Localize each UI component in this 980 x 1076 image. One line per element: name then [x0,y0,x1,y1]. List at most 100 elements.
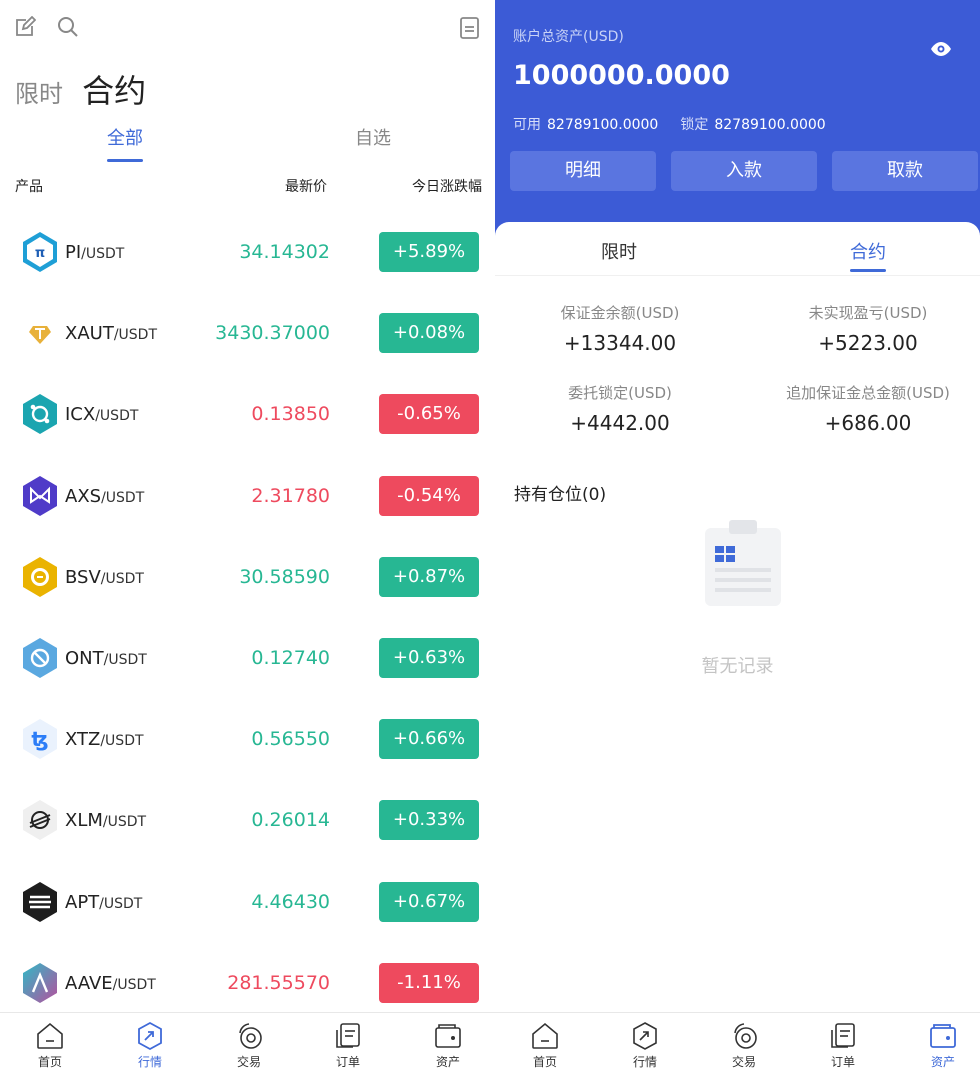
xaut-coin-icon [21,312,59,354]
pair-name: AXS/USDT [65,486,144,507]
empty-clipboard-icon [703,518,783,608]
withdraw-button[interactable]: 取款 [832,151,978,191]
axs-coin-icon [21,475,59,517]
svg-text:π: π [35,246,45,261]
balance-summary: 可用 82789100.0000 锁定 82789100.0000 [513,114,826,134]
change-badge[interactable]: +5.89% [379,232,479,272]
tabbar-assets-label: 资产 [930,1055,955,1069]
tab-all[interactable]: 全部 [107,124,143,162]
pair-name: XAUT/USDT [65,323,157,344]
pair-base: ONT [65,647,104,669]
wallet-icon [435,1024,461,1048]
positions-card: 限时 合约 保证金余额(USD) +13344.00 未实现盈亏(USD) +5… [495,222,980,1012]
active-tab-underline [107,159,143,162]
assets-panel: 账户总资产(USD) 1000000.0000 可用 82789100.0000 锁… [495,0,980,1076]
pair-name: PI/USDT [65,242,124,263]
pair-base: ICX [65,404,96,426]
tabbar-trade[interactable]: 交易 [219,1021,279,1070]
deposit-button[interactable]: 入款 [671,151,817,191]
tab-limit[interactable]: 限时 [601,238,637,264]
market-row[interactable]: XAUT/USDT 3430.37000 +0.08% [0,293,495,374]
market-row[interactable]: ꜩ XTZ/USDT 0.56550 +0.66% [0,699,495,780]
edit-icon[interactable] [14,15,38,40]
category-tabs: 全部 自选 [0,124,495,164]
market-row[interactable]: ONT/USDT 0.12740 +0.63% [0,618,495,699]
market-list: π PI/USDT 34.14302 +5.89% XAUT/USDT 3430.3700… [0,212,495,1024]
account-actions: 明细 入款 取款 [510,151,980,191]
change-badge[interactable]: -1.11% [379,962,479,1003]
pi-coin-icon: π [21,231,59,273]
tabbar-home[interactable]: 首页 [515,1021,575,1070]
pair-base: AAVE [65,972,113,994]
market-row[interactable]: AXS/USDT 2.31780 -0.54% [0,456,495,537]
top-toolbar [14,15,483,44]
market-row[interactable]: π PI/USDT 34.14302 +5.89% [0,212,495,293]
tabbar-assets[interactable]: 资产 [913,1021,973,1070]
pair-quote: /USDT [95,408,139,425]
tabbar-market-label: 行情 [632,1055,657,1069]
available-value: 82789100.0000 [547,117,659,133]
pair-base: APT [65,891,100,913]
orders-icon [336,1023,360,1048]
tabbar-market[interactable]: 行情 [120,1021,180,1070]
pair-quote: /USDT [103,651,147,668]
pair-base: PI [65,242,82,263]
change-badge[interactable]: +0.87% [379,556,479,597]
tabbar-orders[interactable]: 订单 [318,1021,378,1070]
margin-balance-stat: 保证金余额(USD) +13344.00 [500,302,740,355]
eye-icon[interactable] [930,40,952,58]
tab-limit-label: 限时 [601,242,637,263]
account-header: 账户总资产(USD) 1000000.0000 可用 82789100.0000 锁… [495,0,980,240]
market-row[interactable]: XLM/USDT 0.26014 +0.33% [0,780,495,861]
change-badge[interactable]: +0.63% [379,637,479,678]
detail-button[interactable]: 明细 [510,151,656,191]
holding-title: 持有仓位(0) [514,485,607,505]
unrealized-pnl-label: 未实现盈亏(USD) [808,304,928,322]
added-margin-stat: 追加保证金总金额(USD) +686.00 [748,382,980,435]
tabbar-orders[interactable]: 订单 [813,1021,873,1070]
change-badge[interactable]: +0.67% [379,881,479,922]
search-icon[interactable] [57,16,81,40]
tabbar-home[interactable]: 首页 [20,1021,80,1070]
pair-base: XAUT [65,323,114,345]
tab-contract[interactable]: 合约 [82,66,146,112]
tabbar-market[interactable]: 行情 [615,1021,675,1070]
tab-favorites[interactable]: 自选 [355,124,391,150]
column-latest-price: 最新价 [285,179,327,195]
tab-contract[interactable]: 合约 [850,238,886,272]
tabbar-trade-label: 交易 [236,1055,261,1069]
change-badge[interactable]: -0.65% [379,394,479,435]
column-change: 今日涨跌幅 [412,179,482,195]
account-total-label: 账户总资产(USD) [513,29,624,45]
tabbar-trade[interactable]: 交易 [714,1021,774,1070]
market-row[interactable]: APT/USDT 4.46430 +0.67% [0,862,495,943]
ont-coin-icon [21,637,59,679]
latest-price: 281.55570 [227,971,330,994]
market-icon [633,1022,657,1050]
unrealized-pnl-stat: 未实现盈亏(USD) +5223.00 [748,302,980,355]
added-margin-label: 追加保证金总金额(USD) [786,384,950,402]
change-badge[interactable]: +0.33% [379,800,479,841]
tab-limit[interactable]: 限时 [15,74,63,109]
change-badge[interactable]: -0.54% [379,475,479,516]
active-tab-underline [850,269,886,272]
market-row[interactable]: ICX/USDT 0.13850 -0.65% [0,374,495,455]
market-row[interactable]: BSV/USDT 30.58590 +0.87% [0,537,495,618]
change-badge[interactable]: +0.66% [379,719,479,760]
notes-icon[interactable] [459,16,483,40]
change-badge[interactable]: +0.08% [379,313,479,354]
available-label: 可用 [513,117,541,133]
latest-price: 0.13850 [251,403,330,426]
tabbar-orders-label: 订单 [335,1055,360,1069]
asset-mode-tabs: 限时 合约 [495,236,980,276]
pair-name: BSV/USDT [65,567,144,588]
empty-state-text: 暂无记录 [701,656,774,677]
tabbar-assets-label: 资产 [435,1055,460,1069]
column-headers: 产品 最新价 今日涨跌幅 [15,176,482,196]
tabbar-home-label: 首页 [37,1055,62,1069]
pair-name: XTZ/USDT [65,729,144,750]
pair-name: ONT/USDT [65,648,147,669]
pair-quote: /USDT [102,814,147,831]
margin-balance-label: 保证金余额(USD) [560,304,680,322]
tabbar-assets[interactable]: 资产 [418,1021,478,1070]
